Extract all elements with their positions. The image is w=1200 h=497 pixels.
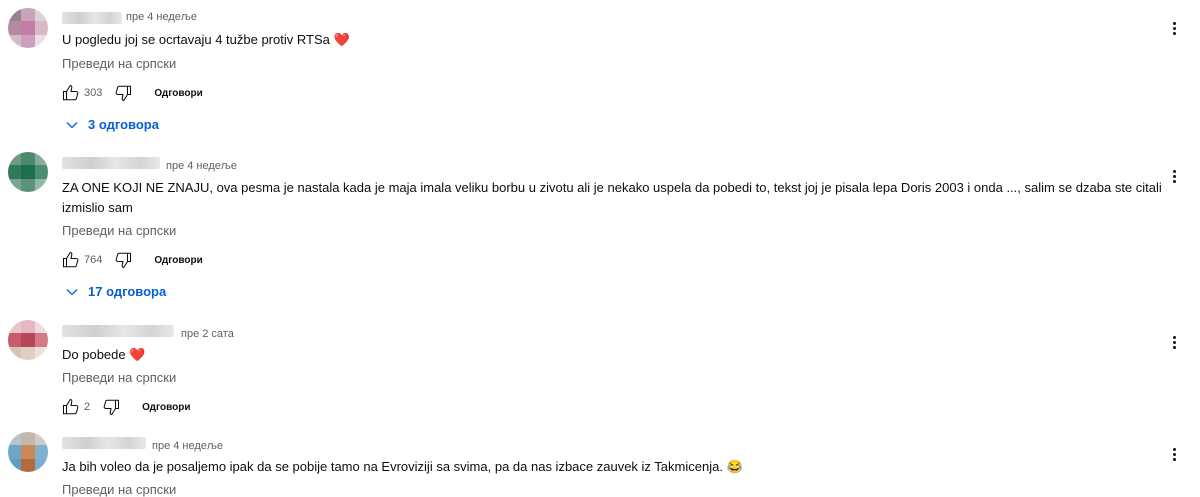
laughing-emoji: 😂 [726,459,743,474]
reply-button[interactable]: Одговори [154,255,202,266]
comment-text: Do pobede ❤️ [62,345,1162,365]
author-name[interactable] [62,12,122,24]
comment-text: Ja bih voleo da je posaljemo ipak da se … [62,457,1162,477]
thumbs-up-icon[interactable] [62,398,80,416]
author-name[interactable] [62,157,160,169]
more-vert-icon[interactable] [1168,334,1180,352]
translate-link[interactable]: Преведи на српски [62,223,176,238]
chevron-down-icon [66,288,78,295]
comment-timestamp[interactable]: пре 4 недеље [166,160,237,172]
comment-body: Ja bih voleo da je posaljemo ipak da se … [62,459,723,474]
avatar[interactable] [8,8,48,48]
thumbs-down-icon[interactable] [102,398,120,416]
thumbs-down-icon[interactable] [114,84,132,102]
more-vert-icon[interactable] [1168,20,1180,38]
action-bar: 764 Одговори [62,250,203,270]
view-replies-button[interactable]: 3 одговора [66,117,159,132]
thumbs-up-icon[interactable] [62,251,80,269]
like-count: 2 [84,401,91,413]
translate-link[interactable]: Преведи на српски [62,482,176,497]
more-vert-icon[interactable] [1168,168,1180,186]
comment-timestamp[interactable]: пре 4 недеље [126,11,197,23]
reply-button[interactable]: Одговори [154,88,202,99]
thumbs-down-icon[interactable] [114,251,132,269]
action-bar: 2 Одговори [62,397,191,417]
comment-body: Do pobede [62,347,126,362]
heart-emoji: ❤️ [333,32,350,47]
author-name[interactable] [62,325,174,337]
like-count: 303 [84,87,103,99]
comment-text: U pogledu joj se ocrtavaju 4 tužbe proti… [62,30,1162,50]
replies-count: 3 одговора [88,117,159,132]
avatar[interactable] [8,152,48,192]
more-vert-icon[interactable] [1168,446,1180,464]
comment-timestamp[interactable]: пре 4 недеље [152,440,223,452]
author-name[interactable] [62,437,146,449]
reply-button[interactable]: Одговори [142,402,190,413]
like-count: 764 [84,254,103,266]
comment-text: ZA ONE KOJI NE ZNAJU, ova pesma je nasta… [62,180,1162,215]
replies-count: 17 одговора [88,284,167,299]
translate-link[interactable]: Преведи на српски [62,370,176,385]
avatar[interactable] [8,432,48,472]
translate-link[interactable]: Преведи на српски [62,56,176,71]
comment-timestamp[interactable]: пре 2 сата [181,328,234,340]
comment-body: U pogledu joj se ocrtavaju 4 tužbe proti… [62,32,330,47]
thumbs-up-icon[interactable] [62,84,80,102]
chevron-down-icon [66,121,78,128]
action-bar: 303 Одговори [62,83,203,103]
avatar[interactable] [8,320,48,360]
view-replies-button[interactable]: 17 одговора [66,284,166,299]
heart-emoji: ❤️ [129,347,146,362]
